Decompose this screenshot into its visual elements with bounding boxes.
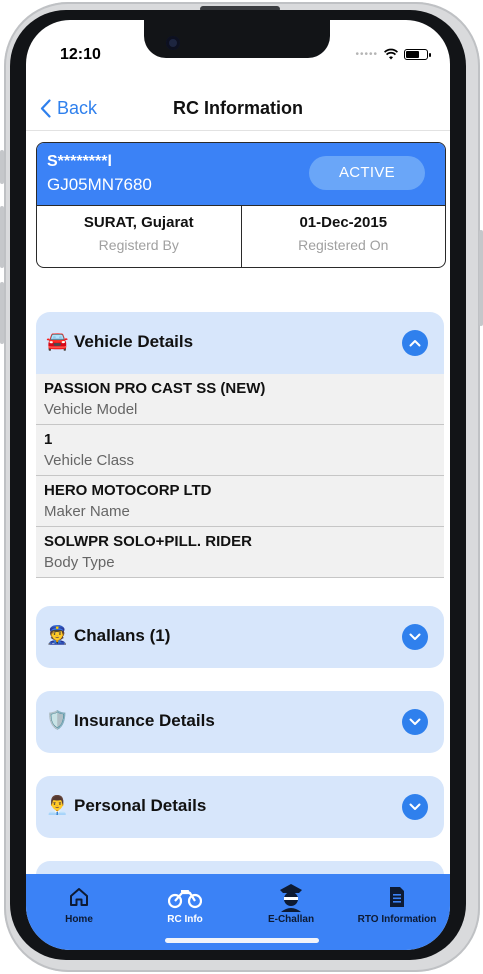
vehicle-class-value: 1 (44, 431, 53, 448)
volume-down-button (0, 282, 4, 344)
person-icon: 👨‍💼 (46, 795, 69, 815)
registered-by-cell: SURAT, Gujarat Registerd By (37, 206, 241, 267)
document-icon (390, 887, 404, 907)
vehicle-model-value: PASSION PRO CAST SS (NEW) (44, 380, 266, 397)
chevron-down-icon[interactable] (402, 709, 428, 735)
body-type-label: Body Type (44, 554, 115, 571)
vehicle-class-label: Vehicle Class (44, 452, 135, 469)
section-challans[interactable]: 👮 Challans (1) (36, 606, 444, 668)
cellular-signal-icon: ••••• (355, 48, 378, 60)
section-next-partial[interactable] (36, 861, 444, 874)
registration-number: GJ05MN7680 (47, 175, 152, 194)
maker-name-value: HERO MOTOCORP LTD (44, 482, 212, 499)
body-type-value: SOLWPR SOLO+PILL. RIDER (44, 533, 252, 550)
scroll-content[interactable]: S********l GJ05MN7680 ACTIVE SURAT, Guja… (26, 132, 450, 874)
power-button (479, 230, 483, 326)
silent-switch (0, 150, 4, 184)
status-icons: ••••• (355, 48, 431, 60)
chevron-up-icon[interactable] (402, 330, 428, 356)
section-title: Vehicle Details (74, 332, 194, 351)
section-personal-details[interactable]: 👨‍💼 Personal Details (36, 776, 444, 838)
registered-on-cell: 01-Dec-2015 Registered On (240, 206, 446, 267)
rc-card-header: S********l GJ05MN7680 ACTIVE (37, 143, 445, 205)
tab-e-challan[interactable]: E-Challan (238, 884, 344, 925)
motorcycle-icon (168, 890, 202, 909)
tab-rto-information[interactable]: RTO Information (344, 884, 450, 925)
vehicle-details-list: PASSION PRO CAST SS (NEW) Vehicle Model … (36, 374, 444, 578)
rc-summary-card: S********l GJ05MN7680 ACTIVE SURAT, Guja… (36, 142, 446, 268)
registered-on-value: 01-Dec-2015 (299, 214, 388, 231)
owner-name-masked: S********l (47, 153, 112, 170)
tab-label: Home (65, 914, 93, 925)
car-icon: 🚘 (46, 331, 69, 351)
tab-label: RTO Information (357, 914, 437, 925)
battery-icon (404, 48, 431, 60)
shield-icon: 🛡️ (46, 710, 69, 730)
app-screen: 12:10 ••••• Back RC Information S*******… (26, 20, 450, 950)
front-camera (166, 36, 180, 50)
tab-home[interactable]: Home (26, 884, 132, 925)
home-indicator[interactable] (165, 938, 319, 943)
list-item: SOLWPR SOLO+PILL. RIDER Body Type (36, 527, 444, 578)
chevron-down-icon[interactable] (402, 624, 428, 650)
maker-name-label: Maker Name (44, 503, 130, 520)
list-item: 1 Vehicle Class (36, 425, 444, 476)
status-badge: ACTIVE (309, 156, 425, 190)
section-title: Challans (1) (74, 626, 171, 645)
list-item: PASSION PRO CAST SS (NEW) Vehicle Model (36, 374, 444, 425)
registered-on-label: Registered On (298, 237, 389, 253)
chevron-down-icon[interactable] (402, 794, 428, 820)
page-title: RC Information (173, 98, 303, 118)
navigation-bar: Back RC Information (26, 86, 450, 131)
tab-label: E-Challan (267, 914, 315, 925)
registered-by-value: SURAT, Gujarat (83, 214, 194, 231)
status-time: 12:10 (60, 46, 101, 63)
list-item: HERO MOTOCORP LTD Maker Name (36, 476, 444, 527)
section-insurance-details[interactable]: 🛡️ Insurance Details (36, 691, 444, 753)
tab-label: RC Info (167, 914, 203, 925)
rc-card-details: SURAT, Gujarat Registerd By 01-Dec-2015 … (37, 205, 446, 267)
phone-bezel: 12:10 ••••• Back RC Information S*******… (10, 10, 466, 960)
section-title: Personal Details (74, 796, 207, 815)
section-title: Insurance Details (74, 711, 215, 730)
registered-by-label: Registerd By (98, 237, 179, 253)
volume-up-button (0, 206, 4, 268)
wifi-icon (384, 48, 398, 60)
home-icon (70, 888, 88, 906)
section-vehicle-details[interactable]: 🚘 Vehicle Details (36, 312, 444, 374)
police-officer-icon (280, 884, 302, 912)
police-officer-icon: 👮 (46, 625, 69, 645)
tab-rc-info[interactable]: RC Info (132, 884, 238, 925)
vehicle-model-label: Vehicle Model (44, 401, 138, 418)
